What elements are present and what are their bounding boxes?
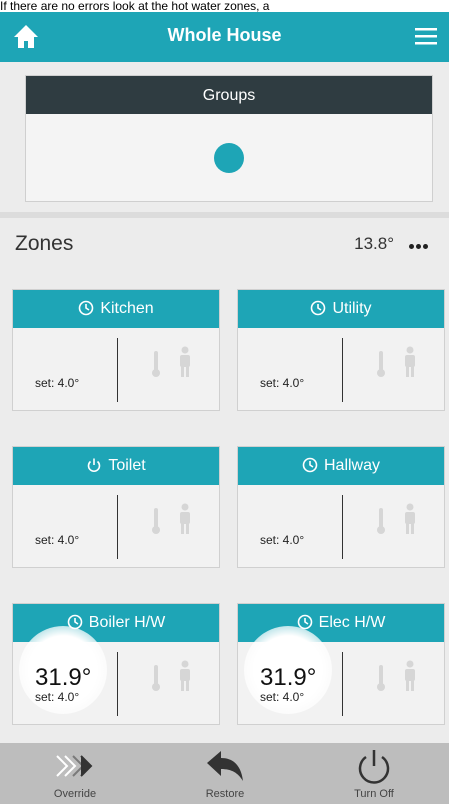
restore-button[interactable]: Restore — [150, 743, 300, 804]
groups-indicator-dot[interactable] — [214, 143, 244, 173]
zone-divider — [342, 338, 343, 402]
zone-setpoint: set: 4.0° — [260, 690, 305, 704]
person-icon — [405, 503, 415, 534]
zone-tile-hallway[interactable]: Hallway set: 4.0° — [237, 446, 445, 568]
power-icon — [88, 458, 101, 473]
zone-tile-toilet[interactable]: Toilet set: 4.0° — [12, 446, 220, 568]
thermometer-icon — [377, 351, 385, 377]
hamburger-menu-icon[interactable] — [413, 24, 439, 48]
zone-name: Elec H/W — [318, 614, 386, 631]
thermometer-icon — [377, 665, 385, 691]
zone-tile-boiler-hw[interactable]: Boiler H/W 31.9° set: 4.0° — [12, 603, 220, 725]
groups-header: Groups — [26, 76, 432, 114]
override-chevrons-icon — [56, 755, 93, 777]
zone-current-temperature: 31.9° — [35, 664, 92, 691]
zone-name: Hallway — [323, 457, 380, 474]
bottom-action-bar: Override Restore Turn Off — [0, 743, 449, 804]
thermometer-icon — [152, 665, 160, 691]
zone-setpoint: set: 4.0° — [35, 690, 80, 704]
zone-divider — [117, 338, 118, 402]
zone-setpoint: set: 4.0° — [35, 533, 80, 547]
turn-off-label: Turn Off — [354, 788, 394, 800]
zone-divider — [117, 652, 118, 716]
person-icon — [405, 346, 415, 377]
power-icon — [358, 750, 390, 784]
groups-card[interactable]: Groups — [25, 75, 433, 202]
caption-text: If there are no errors look at the hot w… — [0, 0, 449, 12]
thermometer-icon — [377, 508, 385, 534]
more-dots-icon[interactable] — [409, 236, 435, 252]
zone-name: Kitchen — [100, 300, 154, 317]
zone-name: Utility — [332, 300, 372, 317]
zone-divider — [342, 652, 343, 716]
zone-tile-kitchen[interactable]: Kitchen set: 4.0° — [12, 289, 220, 411]
person-icon — [180, 660, 190, 691]
person-icon — [180, 346, 190, 377]
person-icon — [405, 660, 415, 691]
override-label: Override — [53, 788, 97, 800]
zone-divider — [117, 495, 118, 559]
turn-off-button[interactable]: Turn Off — [299, 743, 449, 804]
clock-icon — [311, 300, 326, 316]
restore-label: Restore — [205, 788, 245, 800]
thermometer-icon — [152, 508, 160, 534]
zone-setpoint: set: 4.0° — [260, 533, 305, 547]
thermometer-icon — [152, 351, 160, 377]
override-button[interactable]: Override — [0, 743, 150, 804]
person-icon — [180, 503, 190, 534]
restore-arrow-icon — [207, 751, 243, 781]
zone-divider — [342, 495, 343, 559]
zone-name: Toilet — [108, 457, 146, 474]
clock-icon — [302, 457, 318, 473]
zone-tile-utility[interactable]: Utility set: 4.0° — [237, 289, 445, 411]
zone-name: Boiler H/W — [88, 614, 166, 631]
section-divider — [0, 212, 449, 218]
clock-icon — [79, 300, 94, 316]
zone-setpoint: set: 4.0° — [35, 376, 80, 390]
app-bar: Whole House — [0, 12, 449, 62]
zone-setpoint: set: 4.0° — [260, 376, 305, 390]
zone-tile-elec-hw[interactable]: Elec H/W 31.9° set: 4.0° — [237, 603, 445, 725]
page-title: Whole House — [167, 25, 282, 45]
zone-current-temperature: 31.9° — [260, 664, 317, 691]
zones-outside-temperature: 13.8° — [354, 234, 394, 253]
zones-heading: Zones — [15, 232, 74, 255]
